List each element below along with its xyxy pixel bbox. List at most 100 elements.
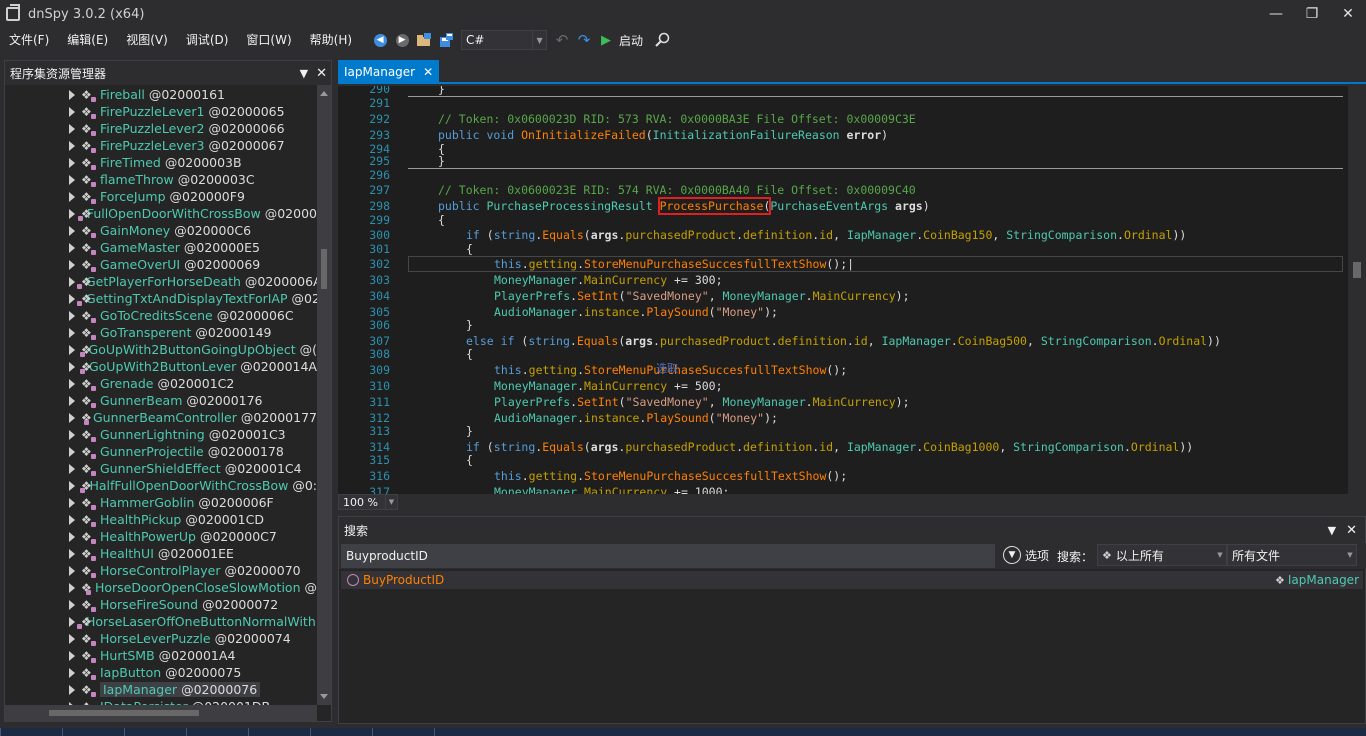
expand-arrow-icon[interactable] bbox=[69, 599, 75, 610]
tree-item[interactable]: HorseDoorOpenCloseSlowMotion@ bbox=[5, 579, 317, 596]
tree-item[interactable]: GunnerBeam@02000176 bbox=[5, 392, 317, 409]
scroll-up-arrow-icon[interactable] bbox=[320, 91, 328, 96]
expand-arrow-icon[interactable] bbox=[69, 548, 75, 559]
tab-iapmanager[interactable]: IapManager ✕ bbox=[338, 60, 440, 84]
expand-arrow-icon[interactable] bbox=[69, 395, 75, 406]
expand-arrow-icon[interactable] bbox=[69, 310, 75, 321]
expand-arrow-icon[interactable] bbox=[69, 684, 75, 695]
tree-item[interactable]: Fireball@02000161 bbox=[5, 86, 317, 103]
tree-item[interactable]: HammerGoblin@0200006F bbox=[5, 494, 317, 511]
tree-item[interactable]: GettingTxtAndDisplayTextForIAP @02 bbox=[5, 290, 317, 307]
expand-arrow-icon[interactable] bbox=[69, 276, 75, 287]
expand-arrow-icon[interactable] bbox=[69, 412, 75, 423]
search-input[interactable] bbox=[341, 544, 995, 568]
tree-item[interactable]: GoUpWith2ButtonLever@0200014A bbox=[5, 358, 317, 375]
tree-item[interactable]: GetPlayerForHorseDeath @0200006A bbox=[5, 273, 317, 290]
options-button[interactable]: ▼ 选项 bbox=[1003, 546, 1049, 564]
navigate-back-icon[interactable]: ◀ bbox=[369, 29, 391, 51]
redo-icon[interactable]: ↷ bbox=[573, 29, 595, 51]
tree-item[interactable]: IapManager@02000076 bbox=[5, 681, 317, 698]
menu-file[interactable]: 文件(F) bbox=[0, 28, 58, 52]
taskbar-button[interactable] bbox=[186, 728, 248, 736]
undo-icon[interactable]: ↶ bbox=[551, 29, 573, 51]
tree-item[interactable]: GainMoney@020000C6 bbox=[5, 222, 317, 239]
tree-item[interactable]: FirePuzzleLever3@02000067 bbox=[5, 137, 317, 154]
search-result-row[interactable]: BuyProductID ❖ IapManager bbox=[341, 571, 1363, 589]
expand-arrow-icon[interactable] bbox=[69, 616, 75, 627]
taskbar-button[interactable] bbox=[310, 728, 372, 736]
expand-arrow-icon[interactable] bbox=[69, 446, 75, 457]
save-icon[interactable] bbox=[435, 29, 457, 51]
navigate-forward-icon[interactable]: ▶ bbox=[391, 29, 413, 51]
expand-arrow-icon[interactable] bbox=[69, 650, 75, 661]
tree-item[interactable]: GoToCreditsScene@0200006C bbox=[5, 307, 317, 324]
tree-item[interactable]: flameThrow@0200003C bbox=[5, 171, 317, 188]
tree-item[interactable]: HorseControlPlayer@02000070 bbox=[5, 562, 317, 579]
expand-arrow-icon[interactable] bbox=[69, 242, 75, 253]
menu-help[interactable]: 帮助(H) bbox=[301, 28, 361, 52]
search-files-select[interactable]: 所有文件 ▼ bbox=[1227, 544, 1357, 566]
scroll-thumb[interactable] bbox=[321, 249, 327, 289]
search-icon[interactable] bbox=[651, 29, 673, 51]
menu-edit[interactable]: 编辑(E) bbox=[58, 28, 117, 52]
menu-view[interactable]: 视图(V) bbox=[117, 28, 177, 52]
tree-item[interactable]: FireTimed@0200003B bbox=[5, 154, 317, 171]
taskbar-button[interactable] bbox=[0, 728, 62, 736]
tree-item[interactable]: IDataPersister@020001DB bbox=[5, 698, 317, 705]
expand-arrow-icon[interactable] bbox=[69, 565, 75, 576]
tree-item[interactable]: HorseLeverPuzzle@02000074 bbox=[5, 630, 317, 647]
tree-item[interactable]: IapButton@02000075 bbox=[5, 664, 317, 681]
panel-close-icon[interactable]: ✕ bbox=[316, 66, 327, 81]
tree-item[interactable]: HorseFireSound@02000072 bbox=[5, 596, 317, 613]
panel-menu-chevron-icon[interactable]: ▼ bbox=[1328, 524, 1336, 537]
tree-item[interactable]: GunnerShieldEffect@020001C4 bbox=[5, 460, 317, 477]
tab-close-icon[interactable]: ✕ bbox=[423, 65, 433, 79]
expand-arrow-icon[interactable] bbox=[69, 667, 75, 678]
expand-arrow-icon[interactable] bbox=[69, 293, 75, 304]
expand-arrow-icon[interactable] bbox=[69, 463, 75, 474]
tree-item[interactable]: HurtSMB@020001A4 bbox=[5, 647, 317, 664]
start-debug-label[interactable]: 启动 bbox=[619, 32, 643, 49]
horizontal-scroll-thumb[interactable] bbox=[49, 710, 199, 716]
tree-item[interactable]: GameOverUI@02000069 bbox=[5, 256, 317, 273]
expand-arrow-icon[interactable] bbox=[69, 208, 75, 219]
tree-vertical-scrollbar[interactable] bbox=[317, 85, 331, 705]
taskbar-button[interactable] bbox=[124, 728, 186, 736]
expand-arrow-icon[interactable] bbox=[69, 429, 75, 440]
panel-menu-chevron-icon[interactable]: ▼ bbox=[300, 67, 308, 80]
close-window-button[interactable]: ✕ bbox=[1330, 0, 1366, 28]
tree-item[interactable]: GunnerProjectile@02000178 bbox=[5, 443, 317, 460]
code-editor[interactable]: 290} 291 292// Token: 0x0600023D RID: 57… bbox=[338, 86, 1366, 494]
tree-item[interactable]: ForceJump@020000F9 bbox=[5, 188, 317, 205]
taskbar-button[interactable] bbox=[372, 728, 434, 736]
menu-window[interactable]: 窗口(W) bbox=[237, 28, 300, 52]
tree-item[interactable]: GameMaster@020000E5 bbox=[5, 239, 317, 256]
tree-item[interactable]: Grenade@020001C2 bbox=[5, 375, 317, 392]
tree-item[interactable]: HorseLaserOffOneButtonNormalWith bbox=[5, 613, 317, 630]
panel-close-icon[interactable]: ✕ bbox=[1346, 523, 1357, 538]
expand-arrow-icon[interactable] bbox=[69, 361, 75, 372]
tree-item[interactable]: GoUpWith2ButtonGoingUpObject@( bbox=[5, 341, 317, 358]
tree-horizontal-scrollbar[interactable] bbox=[5, 705, 317, 721]
expand-arrow-icon[interactable] bbox=[69, 514, 75, 525]
zoom-select[interactable]: 100 % ▼ bbox=[338, 494, 398, 510]
tree-item[interactable]: GoTransperent@02000149 bbox=[5, 324, 317, 341]
expand-arrow-icon[interactable] bbox=[69, 106, 75, 117]
expand-arrow-icon[interactable] bbox=[69, 480, 75, 491]
expand-arrow-icon[interactable] bbox=[69, 157, 75, 168]
tree-item[interactable]: HealthPickup@020001CD bbox=[5, 511, 317, 528]
expand-arrow-icon[interactable] bbox=[69, 89, 75, 100]
expand-arrow-icon[interactable] bbox=[69, 174, 75, 185]
expand-arrow-icon[interactable] bbox=[69, 123, 75, 134]
search-scope-select[interactable]: ❖ 以上所有 ▼ bbox=[1097, 544, 1227, 566]
tree-item[interactable]: HealthPowerUp@020000C7 bbox=[5, 528, 317, 545]
language-select[interactable]: C# ▼ bbox=[461, 30, 548, 50]
editor-scroll-thumb[interactable] bbox=[1353, 262, 1361, 278]
expand-arrow-icon[interactable] bbox=[69, 344, 75, 355]
expand-arrow-icon[interactable] bbox=[69, 378, 75, 389]
expand-arrow-icon[interactable] bbox=[69, 497, 75, 508]
taskbar-button[interactable] bbox=[62, 728, 124, 736]
editor-vertical-scrollbar[interactable] bbox=[1348, 86, 1366, 494]
tree-item[interactable]: FirePuzzleLever1@02000065 bbox=[5, 103, 317, 120]
expand-arrow-icon[interactable] bbox=[69, 225, 75, 236]
